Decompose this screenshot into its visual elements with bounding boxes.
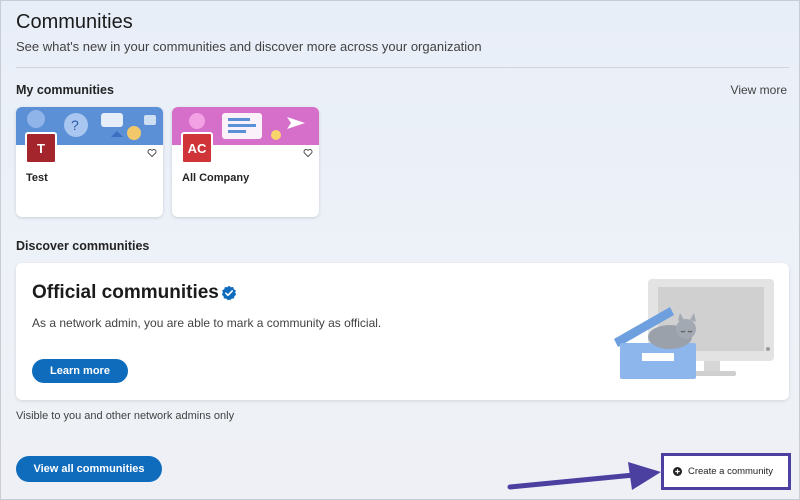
page-subtitle: See what's new in your communities and d… bbox=[16, 39, 482, 54]
community-name: All Company bbox=[182, 172, 250, 184]
learn-more-button[interactable]: Learn more bbox=[32, 359, 128, 383]
plus-circle-icon bbox=[673, 467, 682, 476]
view-more-link[interactable]: View more bbox=[731, 83, 787, 97]
my-communities-heading: My communities bbox=[16, 83, 114, 97]
page-title: Communities bbox=[16, 11, 133, 33]
official-communities-panel: Official communities As a network admin,… bbox=[16, 263, 789, 400]
heart-icon[interactable] bbox=[303, 148, 313, 158]
official-communities-title: Official communities bbox=[32, 282, 219, 303]
annotation-arrow-icon bbox=[507, 462, 661, 490]
create-community-button[interactable]: Create a community bbox=[665, 457, 787, 486]
visibility-note: Visible to you and other network admins … bbox=[16, 410, 235, 422]
discover-communities-heading: Discover communities bbox=[16, 239, 150, 253]
community-avatar: AC bbox=[181, 132, 213, 164]
create-community-label: Create a community bbox=[688, 466, 774, 477]
verified-badge-icon bbox=[221, 285, 237, 301]
official-communities-description: As a network admin, you are able to mark… bbox=[32, 316, 382, 330]
community-name: Test bbox=[26, 172, 48, 184]
svg-text:?: ? bbox=[71, 117, 79, 133]
header-divider bbox=[16, 67, 789, 68]
view-all-communities-button[interactable]: View all communities bbox=[16, 456, 162, 482]
monitor-cat-illustration bbox=[614, 279, 774, 379]
heart-icon[interactable] bbox=[147, 148, 157, 158]
community-avatar: T bbox=[25, 132, 57, 164]
community-card-test[interactable]: ? T Test bbox=[16, 107, 163, 217]
community-card-all-company[interactable]: AC All Company bbox=[172, 107, 319, 217]
